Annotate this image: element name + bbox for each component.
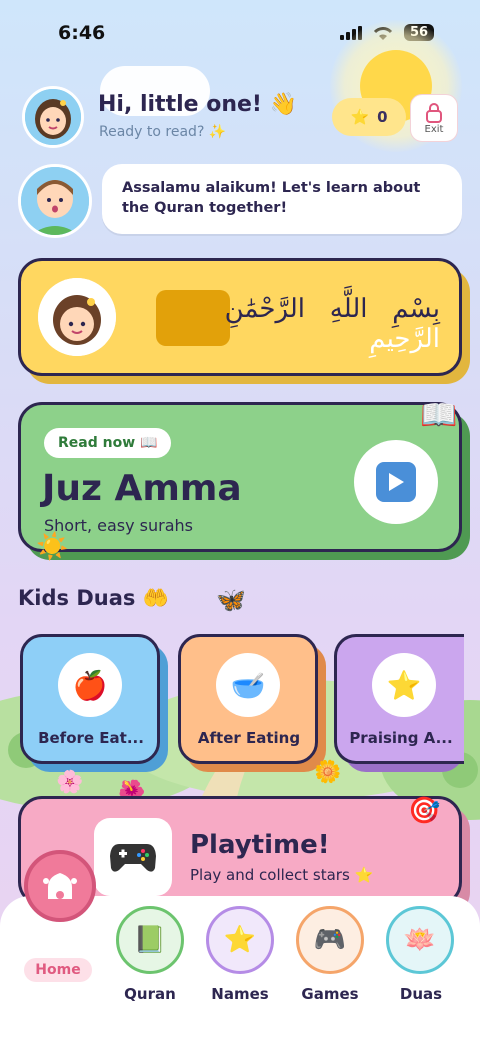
target-icon: 🎯 — [408, 796, 441, 826]
nav-quran-label[interactable]: Quran — [105, 985, 195, 1003]
nav-home-button[interactable] — [24, 850, 96, 922]
star-icon: ⭐ — [350, 108, 370, 126]
nav-names-label[interactable]: Names — [195, 985, 285, 1003]
apple-icon: 🍎 — [58, 653, 122, 717]
star-icon: ⭐ — [372, 653, 436, 717]
girl-face-icon — [38, 278, 116, 356]
sun-small-icon: ☀️ — [36, 532, 69, 562]
star-count-badge: ⭐ 0 — [332, 98, 406, 136]
nav-quran-button[interactable]: 📗 — [116, 906, 184, 974]
nav-home-label[interactable]: Home — [24, 958, 92, 982]
status-time: 6:46 — [58, 22, 106, 44]
word-1[interactable]: بِسْمِ — [392, 294, 440, 324]
lock-icon — [426, 102, 442, 123]
play-button[interactable] — [354, 440, 438, 524]
word-2[interactable]: اللَّهِ — [330, 294, 368, 324]
home-mosque-icon — [43, 873, 77, 899]
playtime-title: Playtime! — [190, 830, 330, 860]
dua-card-after-eating[interactable]: 🥣 After Eating — [178, 634, 318, 764]
bismillah-text: بِسْمِ اللَّهِ الرَّحْمَٰنِ الرَّحِيمِ — [150, 294, 440, 354]
dua-label: Before Eat... — [38, 729, 144, 747]
flower-icon: 🌸 — [56, 770, 84, 795]
speech-bubble: Assalamu alaikum! Let's learn about the … — [102, 164, 462, 234]
flower-icon: 🌼 — [314, 760, 342, 785]
gamepad-icon-box — [94, 818, 172, 896]
dua-card-before-eating[interactable]: 🍎 Before Eat... — [20, 634, 160, 764]
nav-duas-button[interactable]: 🪷 — [386, 906, 454, 974]
play-icon — [376, 462, 416, 502]
bowl-icon: 🥣 — [216, 653, 280, 717]
nav-names-button[interactable]: ⭐ — [206, 906, 274, 974]
word-3[interactable]: الرَّحْمَٰنِ — [225, 294, 305, 324]
dua-card-praising[interactable]: ⭐ Praising A... — [334, 634, 464, 764]
juz-title: Juz Amma — [42, 468, 242, 509]
exit-button[interactable]: Exit — [410, 94, 458, 142]
nav-games-label[interactable]: Games — [285, 985, 375, 1003]
kids-duas-title: Kids Duas 🤲 — [18, 586, 169, 610]
read-now-pill: Read now 📖 — [44, 428, 172, 458]
dua-label: Praising A... — [349, 729, 453, 747]
gamepad-icon — [110, 844, 156, 872]
playtime-subtitle: Play and collect stars ⭐ — [190, 866, 374, 884]
exit-label: Exit — [424, 123, 444, 135]
greeting-title: Hi, little one! 👋 — [98, 92, 297, 117]
dua-label: After Eating — [197, 729, 301, 747]
greeting-subtitle: Ready to read? ✨ — [99, 124, 227, 140]
star-count: 0 — [377, 108, 388, 126]
guide-avatar — [18, 164, 92, 238]
book-icon: 📖 — [420, 398, 458, 433]
butterfly-icon: 🦋 — [216, 586, 246, 614]
avatar[interactable] — [22, 86, 84, 148]
word-4[interactable]: الرَّحِيمِ — [369, 324, 440, 354]
nav-games-button[interactable]: 🎮 — [296, 906, 364, 974]
nav-duas-label[interactable]: Duas — [376, 985, 466, 1003]
